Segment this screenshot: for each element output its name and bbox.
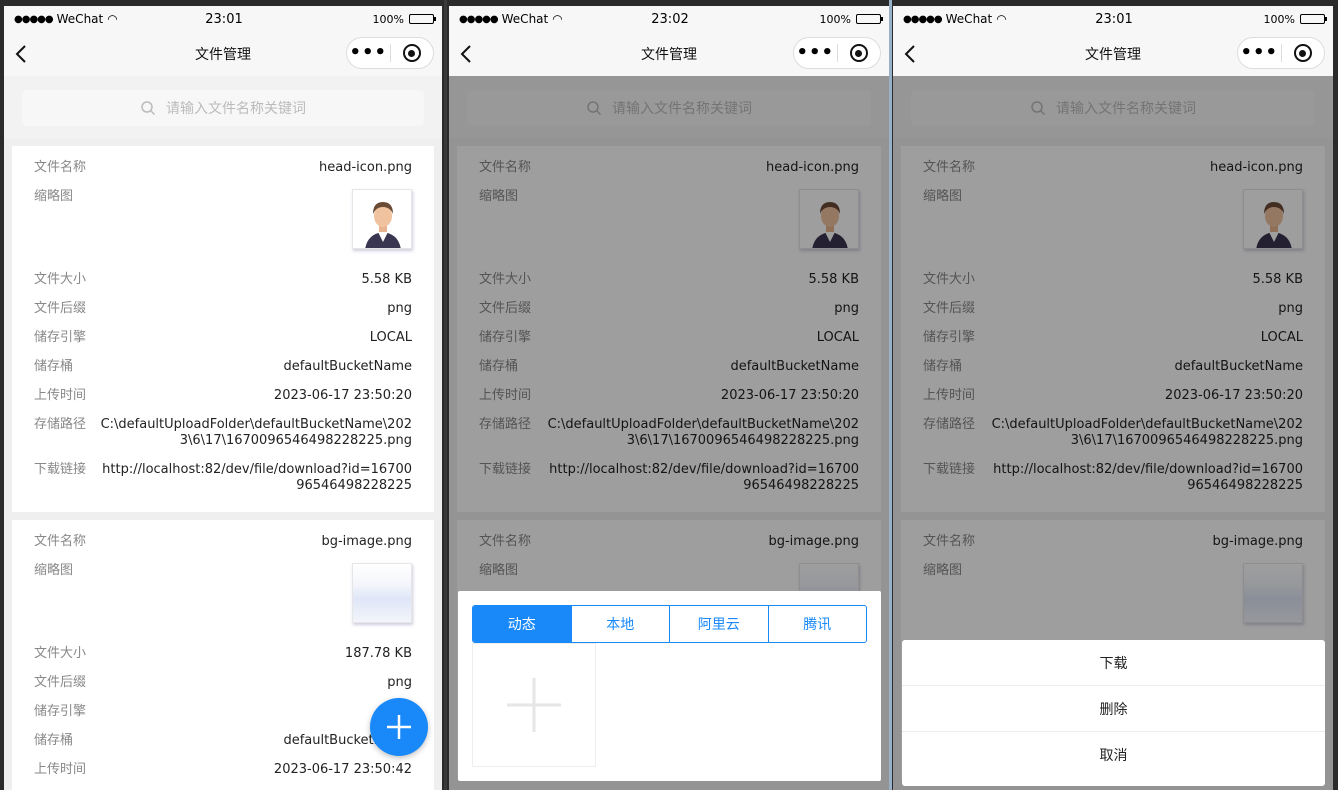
battery-icon [1300, 14, 1327, 24]
search-bar: 请输入文件名称关键词 [4, 76, 442, 138]
search-icon [141, 101, 156, 116]
status-bar: ●●●●● WeChat ◠ 23:01 100% [893, 6, 1333, 32]
file-card[interactable]: 文件名称 bg-image.png 缩略图 文件大小 187.78 KB 文件后缀 p… [12, 520, 434, 790]
file-name-value: head-icon.png [319, 160, 412, 175]
screen-divider [444, 0, 447, 790]
wifi-icon: ◠ [107, 12, 118, 26]
avatar-icon [353, 190, 411, 248]
upload-picker[interactable] [472, 643, 596, 767]
storage-engine-label: 储存引擎 [34, 330, 87, 345]
upload-popup: 动态 本地 阿里云 腾讯 [458, 591, 881, 781]
file-size-value: 5.58 KB [361, 272, 412, 287]
target-icon [402, 44, 421, 62]
add-file-button[interactable] [370, 698, 428, 756]
storage-engine-value: LOCAL [369, 330, 412, 345]
thumbnail-image[interactable] [352, 189, 412, 249]
file-size-label: 文件大小 [34, 646, 87, 661]
file-card[interactable]: 文件名称 head-icon.png 缩略图 文件大小 5.58 KB 文件后缀 pn… [12, 146, 434, 512]
plus-icon [507, 678, 561, 732]
upload-time-label: 上传时间 [34, 762, 87, 777]
tab-tencent[interactable]: 腾讯 [769, 606, 867, 642]
phone-screen-upload-popup: ●●●●● WeChat ◠ 23:02 100% 文件管理 ••• 请输入文件名称… [449, 6, 889, 790]
delete-button[interactable]: 删除 [902, 686, 1325, 732]
search-placeholder: 请输入文件名称关键词 [166, 101, 306, 117]
battery-label: 100% [372, 12, 404, 26]
file-size-label: 文件大小 [34, 272, 87, 287]
tab-dynamic[interactable]: 动态 [473, 606, 572, 642]
bucket-label: 储存桶 [34, 733, 74, 748]
bucket-label: 储存桶 [34, 359, 74, 374]
status-time: 23:01 [1095, 11, 1133, 27]
carrier-label: WeChat [56, 12, 104, 26]
tab-local[interactable]: 本地 [572, 606, 670, 642]
file-suffix-value: png [387, 675, 412, 690]
storage-tabs: 动态 本地 阿里云 腾讯 [472, 605, 867, 643]
more-options-button[interactable]: ••• [1238, 38, 1281, 68]
close-mini-program-button[interactable] [391, 44, 434, 62]
storage-engine-label: 储存引擎 [34, 704, 87, 719]
wifi-icon: ◠ [996, 12, 1007, 26]
back-arrow-icon [15, 45, 26, 63]
battery-icon [409, 14, 436, 24]
nav-bar: 文件管理 ••• [449, 32, 889, 76]
battery-icon [856, 14, 883, 24]
back-arrow-icon [904, 45, 915, 63]
back-arrow-icon [460, 45, 471, 63]
status-bar: ●●●●● WeChat ◠ 23:02 100% [449, 6, 889, 32]
cancel-button[interactable]: 取消 [902, 732, 1325, 778]
status-bar: ●●●●● WeChat ◠ 23:01 100% [4, 6, 442, 32]
nav-bar: 文件管理 ••• [893, 32, 1333, 76]
action-sheet: 下载 删除 取消 [902, 640, 1325, 786]
screenshot-stage: ●●●●● WeChat ◠ 23:01 100% 文件管理 ••• 请输入文件名称… [0, 0, 1338, 790]
storage-path-value: C:\defaultUploadFolder\defaultBucketName… [100, 417, 412, 448]
more-options-button[interactable]: ••• [347, 38, 390, 68]
thumbnail-image[interactable] [352, 563, 412, 623]
download-button[interactable]: 下载 [902, 640, 1325, 686]
file-name-label: 文件名称 [34, 534, 87, 549]
file-name-value: bg-image.png [321, 534, 412, 549]
file-name-label: 文件名称 [34, 160, 87, 175]
nav-bar: 文件管理 ••• [4, 32, 442, 76]
more-options-button[interactable]: ••• [794, 38, 837, 68]
storage-path-label: 存储路径 [34, 417, 87, 432]
mini-program-capsule: ••• [793, 37, 881, 69]
signal-icon: ●●●●● [903, 13, 943, 25]
mini-program-capsule: ••• [346, 37, 434, 69]
bucket-value: defaultBucketName [283, 359, 412, 374]
file-suffix-label: 文件后缀 [34, 301, 87, 316]
upload-time-value: 2023-06-17 23:50:42 [273, 762, 412, 777]
status-time: 23:01 [205, 11, 243, 27]
download-link-value[interactable]: http://localhost:82/dev/file/download?id… [96, 462, 412, 494]
thumbnail-label: 缩略图 [34, 563, 74, 578]
file-size-value: 187.78 KB [344, 646, 412, 661]
target-icon [849, 44, 868, 62]
carrier-label: WeChat [501, 12, 549, 26]
wifi-icon: ◠ [552, 12, 563, 26]
download-link-label: 下载链接 [34, 462, 87, 477]
battery-label: 100% [1263, 12, 1295, 26]
search-input[interactable]: 请输入文件名称关键词 [22, 90, 424, 126]
upload-time-label: 上传时间 [34, 388, 87, 403]
carrier-label: WeChat [945, 12, 993, 26]
back-button[interactable] [4, 32, 38, 76]
target-icon [1293, 44, 1312, 62]
status-time: 23:02 [651, 11, 689, 27]
phone-screen-action-sheet: ●●●●● WeChat ◠ 23:01 100% 文件管理 ••• 请输入文件名称… [893, 6, 1333, 790]
battery-label: 100% [819, 12, 851, 26]
phone-screen-list: ●●●●● WeChat ◠ 23:01 100% 文件管理 ••• 请输入文件名称… [4, 6, 442, 790]
back-button[interactable] [449, 32, 483, 76]
thumbnail-label: 缩略图 [34, 189, 74, 204]
plus-icon [387, 715, 411, 739]
signal-icon: ●●●●● [14, 13, 54, 25]
close-mini-program-button[interactable] [838, 44, 881, 62]
file-suffix-value: png [387, 301, 412, 316]
close-mini-program-button[interactable] [1282, 44, 1325, 62]
screen-divider [889, 0, 892, 790]
upload-time-value: 2023-06-17 23:50:20 [273, 388, 412, 403]
tab-aliyun[interactable]: 阿里云 [670, 606, 769, 642]
mini-program-capsule: ••• [1237, 37, 1325, 69]
back-button[interactable] [893, 32, 927, 76]
file-suffix-label: 文件后缀 [34, 675, 87, 690]
signal-icon: ●●●●● [459, 13, 499, 25]
